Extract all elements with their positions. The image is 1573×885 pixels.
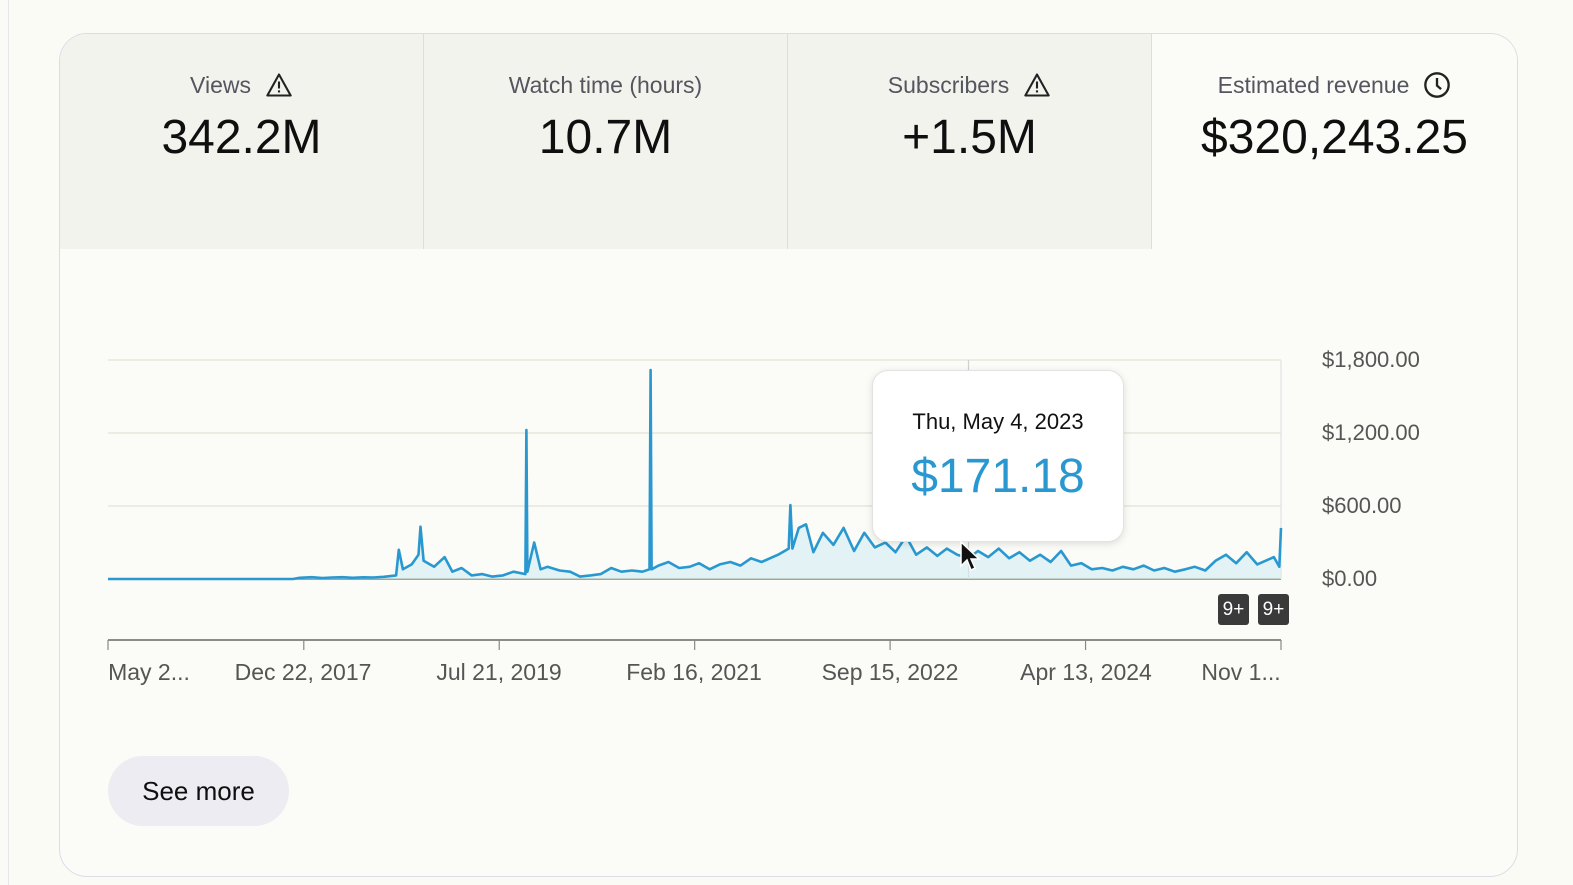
tooltip-value: $171.18 [911, 450, 1085, 503]
x-tick-label: Nov 1... [1201, 659, 1281, 685]
x-tick-label: Feb 16, 2021 [626, 659, 762, 685]
y-tick-label: $1,200.00 [1322, 420, 1420, 445]
y-tick-label: $600.00 [1322, 493, 1402, 518]
annotation-badge[interactable]: 9+ [1258, 594, 1289, 625]
x-tick-label: Dec 22, 2017 [234, 659, 372, 685]
y-tick-label: $1,800.00 [1322, 347, 1420, 372]
x-tick-label: Sep 15, 2022 [821, 659, 959, 685]
x-tick-label: Jul 21, 2019 [436, 659, 562, 685]
see-more-button[interactable]: See more [108, 756, 289, 826]
mouse-cursor-icon [960, 540, 981, 572]
x-tick-label: May 2... [108, 659, 190, 685]
y-tick-label: $0.00 [1322, 566, 1378, 591]
tooltip-date: Thu, May 4, 2023 [912, 409, 1084, 434]
chart-tooltip: Thu, May 4, 2023 $171.18 [872, 370, 1124, 542]
x-tick-label: Apr 13, 2024 [1020, 659, 1152, 685]
annotation-badge[interactable]: 9+ [1218, 594, 1249, 625]
